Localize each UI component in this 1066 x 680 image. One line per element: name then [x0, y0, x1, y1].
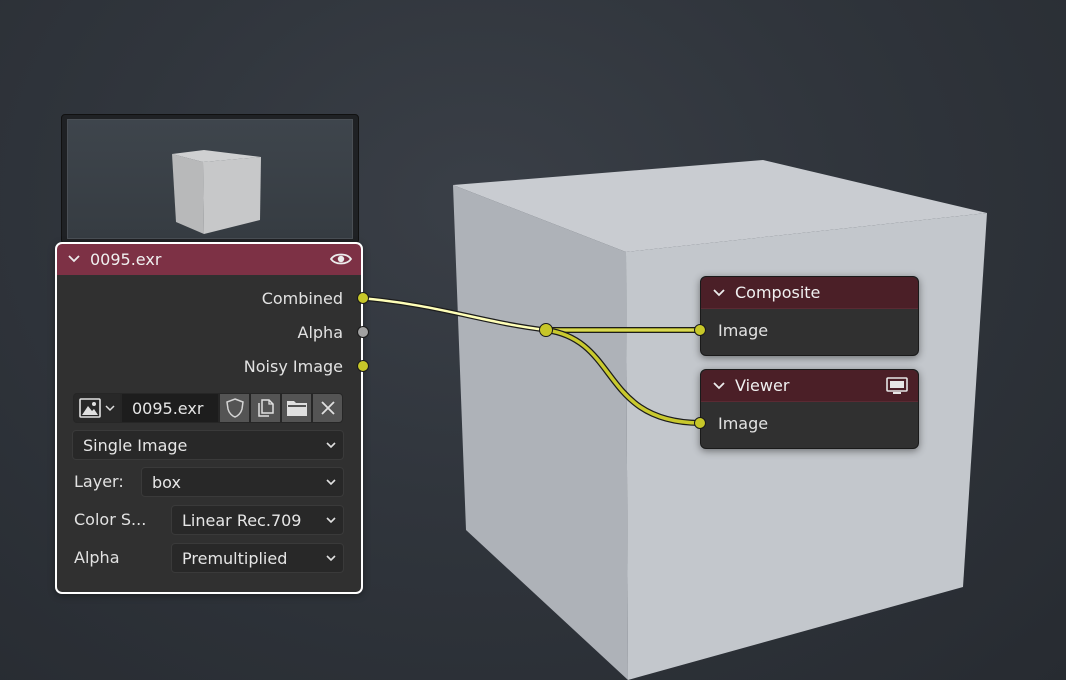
input-image: Image	[694, 309, 918, 351]
node-title: 0095.exr	[90, 249, 162, 269]
viewer-node[interactable]: Viewer Image	[694, 369, 919, 449]
monitor-icon[interactable]	[886, 376, 908, 395]
output-combined: Combined	[56, 281, 369, 315]
image-name-field[interactable]: 0095.exr	[121, 393, 219, 423]
image-node-header[interactable]: 0095.exr	[56, 243, 362, 275]
output-label: Combined	[261, 288, 343, 308]
alpha-label: Alpha	[74, 548, 120, 567]
eye-icon[interactable]	[330, 251, 352, 267]
chevron-down-icon	[105, 405, 115, 412]
layer-value: box	[152, 472, 181, 492]
unlink-image-button[interactable]	[312, 393, 343, 423]
image-node[interactable]: 0095.exr Combined Alpha Noisy Image 0095…	[55, 242, 369, 594]
viewer-node-header[interactable]: Viewer	[701, 370, 918, 402]
duplicate-icon	[257, 399, 274, 417]
composite-node-header[interactable]: Composite	[701, 277, 918, 309]
chevron-down-icon	[326, 442, 336, 449]
node-title: Composite	[735, 283, 821, 302]
node-title: Viewer	[735, 376, 790, 395]
image-datablock-selector: 0095.exr	[73, 393, 343, 423]
preview-cube-icon	[172, 150, 261, 234]
output-socket[interactable]	[357, 292, 369, 304]
input-image: Image	[694, 402, 918, 444]
composite-node[interactable]: Composite Image	[694, 276, 919, 356]
alpha-value: Premultiplied	[182, 548, 288, 568]
image-browse-icon	[79, 398, 101, 418]
image-source-value: Single Image	[83, 435, 188, 455]
open-image-button[interactable]	[281, 393, 312, 423]
input-label: Image	[718, 413, 769, 433]
open-folder-icon	[286, 401, 307, 416]
chevron-down-icon	[326, 517, 336, 524]
alpha-dropdown[interactable]: Premultiplied	[171, 543, 344, 573]
output-label: Noisy Image	[243, 356, 343, 376]
image-name: 0095.exr	[132, 398, 204, 418]
fake-user-button[interactable]	[219, 393, 250, 423]
image-browse-button[interactable]	[73, 393, 121, 423]
duplicate-image-button[interactable]	[250, 393, 281, 423]
colorspace-dropdown[interactable]: Linear Rec.709	[171, 505, 344, 535]
output-socket[interactable]	[357, 326, 369, 338]
image-source-dropdown[interactable]: Single Image	[72, 430, 344, 460]
chevron-down-icon	[326, 555, 336, 562]
image-preview	[61, 114, 359, 244]
image-preview-thumbnail	[67, 119, 353, 239]
fake-user-shield-icon	[225, 398, 244, 418]
chevron-down-icon	[326, 479, 336, 486]
backdrop-cube-left	[453, 185, 628, 680]
chevron-down-icon[interactable]	[66, 251, 82, 267]
output-socket[interactable]	[357, 360, 369, 372]
chevron-down-icon[interactable]	[711, 285, 727, 301]
layer-label: Layer:	[74, 472, 124, 491]
layer-dropdown[interactable]: box	[141, 467, 344, 497]
input-socket[interactable]	[694, 417, 706, 429]
unlink-x-icon	[320, 401, 335, 415]
chevron-down-icon[interactable]	[711, 378, 727, 394]
input-socket[interactable]	[694, 324, 706, 336]
output-label: Alpha	[297, 322, 344, 342]
colorspace-label: Color S...	[74, 510, 147, 529]
colorspace-value: Linear Rec.709	[182, 510, 302, 530]
output-noisy-image: Noisy Image	[56, 349, 369, 383]
input-label: Image	[718, 320, 769, 340]
output-alpha: Alpha	[56, 315, 369, 349]
